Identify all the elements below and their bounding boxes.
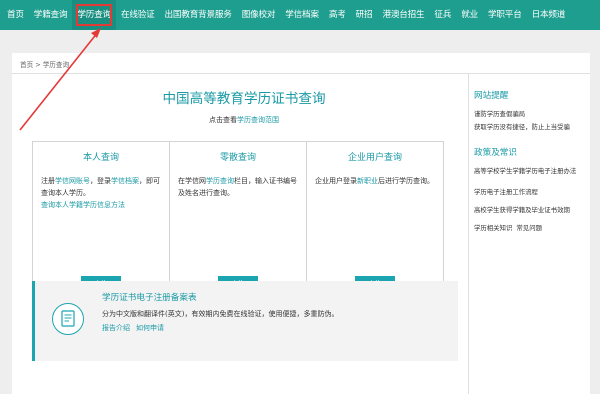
card-text: 在学信网 — [178, 177, 206, 185]
notice-link[interactable]: 获取学历没有捷径，防止上当受骗 — [474, 122, 570, 131]
nav-photo-check[interactable]: 图像校对 — [237, 0, 281, 30]
nav-japan-channel[interactable]: 日本频道 — [527, 0, 571, 30]
nav-overseas-education[interactable]: 出国教育背景服务 — [160, 0, 237, 30]
notice-link[interactable]: 谨防学历查假骗局 — [474, 109, 525, 118]
policy-link[interactable]: 学历电子注册工作流程 — [474, 187, 538, 196]
filing-links: 报告介绍 如何申请 — [102, 323, 170, 333]
sidebar-divider — [468, 74, 469, 394]
policy-link[interactable]: 学历相关知识 常见问题 — [474, 223, 542, 232]
nav-hmt-admission[interactable]: 港澳台招生 — [377, 0, 429, 30]
query-cards: 本人查询 注册学信网账号，登录学信档案，即可查询本人学历。 查询本人学籍学历信息… — [32, 141, 444, 301]
filing-accent-bar — [32, 281, 35, 361]
register-account-link[interactable]: 学信网账号 — [55, 177, 90, 185]
content-panel: 首页 > 学历查询 中国高等教育学历证书查询 点击查看学历查询范围 本人查询 注册学… — [12, 53, 590, 394]
nav-career-platform[interactable]: 学职平台 — [483, 0, 527, 30]
document-icon — [52, 303, 84, 335]
filing-section: 学历证书电子注册备案表 分为中文版和翻译件(英文)，有效期内免费在线验证，使用便… — [32, 281, 458, 361]
report-intro-link[interactable]: 报告介绍 — [102, 324, 130, 332]
card-title: 企业用户查询 — [347, 153, 402, 163]
notice-heading: 网站提醒 — [474, 91, 509, 101]
filing-title[interactable]: 学历证书电子注册备案表 — [102, 291, 197, 303]
policy-link-faq[interactable]: 常见问题 — [516, 224, 542, 232]
nav-postgraduate[interactable]: 研招 — [351, 0, 378, 30]
nav-enlistment[interactable]: 征兵 — [429, 0, 456, 30]
policy-link-knowledge[interactable]: 学历相关知识 — [474, 224, 512, 232]
card-enterprise-query: 企业用户查询 企业用户登录新职业后进行学历查询。 查询 — [307, 142, 443, 300]
nav-online-verification[interactable]: 在线验证 — [116, 0, 160, 30]
card-body: 注册学信网账号，登录学信档案，即可查询本人学历。 查询本人学籍学历信息方法 — [41, 175, 161, 211]
policy-link[interactable]: 高等学校学生学籍学历电子注册办法 — [474, 166, 576, 175]
student-archive-link[interactable]: 学信档案 — [111, 177, 139, 185]
card-body: 在学信网学历查询栏目，输入证书编号及姓名进行查询。 — [178, 175, 298, 199]
nav-student-archive[interactable]: 学信档案 — [280, 0, 324, 30]
nav-gaokao[interactable]: 高考 — [324, 0, 351, 30]
breadcrumb: 首页 > 学历查询 — [20, 59, 71, 69]
self-query-method-link[interactable]: 查询本人学籍学历信息方法 — [41, 201, 125, 209]
card-title: 本人查询 — [82, 153, 119, 163]
card-text: 注册 — [41, 177, 55, 185]
card-single-query: 零散查询 在学信网学历查询栏目，输入证书编号及姓名进行查询。 查询 — [170, 142, 307, 300]
degree-query-link[interactable]: 学历查询 — [206, 177, 234, 185]
nav-degree-query[interactable]: 学历查询 — [72, 0, 116, 30]
card-self-query: 本人查询 注册学信网账号，登录学信档案，即可查询本人学历。 查询本人学籍学历信息… — [33, 142, 170, 300]
card-text: ，登录 — [90, 177, 111, 185]
query-scope-prefix: 点击查看 — [209, 116, 237, 124]
nav-employment[interactable]: 就业 — [456, 0, 483, 30]
nav-enrollment-query[interactable]: 学籍查询 — [29, 0, 73, 30]
divider — [12, 73, 590, 74]
top-navigation: 首页 学籍查询 学历查询 在线验证 出国教育背景服务 图像校对 学信档案 高考 … — [0, 0, 600, 30]
breadcrumb-home[interactable]: 首页 — [20, 61, 33, 69]
breadcrumb-current: 学历查询 — [42, 61, 70, 69]
policy-heading: 政策及常识 — [474, 148, 517, 158]
card-text: 企业用户登录 — [315, 177, 357, 185]
filing-description: 分为中文版和翻译件(英文)，有效期内免费在线验证，使用便捷，多重防伪。 — [102, 310, 339, 318]
card-text: 后进行学历查询。 — [378, 177, 434, 185]
query-scope-line: 点击查看学历查询范围 — [30, 115, 458, 125]
nav-home[interactable]: 首页 — [2, 0, 29, 30]
query-scope-link[interactable]: 学历查询范围 — [237, 116, 279, 124]
card-title: 零散查询 — [219, 153, 256, 163]
breadcrumb-separator: > — [35, 61, 41, 69]
new-career-link[interactable]: 新职业 — [357, 177, 378, 185]
policy-link[interactable]: 高校学生获得学籍及毕业证书效期 — [474, 205, 570, 214]
card-body: 企业用户登录新职业后进行学历查询。 — [315, 175, 435, 187]
how-to-apply-link[interactable]: 如何申请 — [136, 324, 164, 332]
page-title: 中国高等教育学历证书查询 — [162, 91, 326, 107]
